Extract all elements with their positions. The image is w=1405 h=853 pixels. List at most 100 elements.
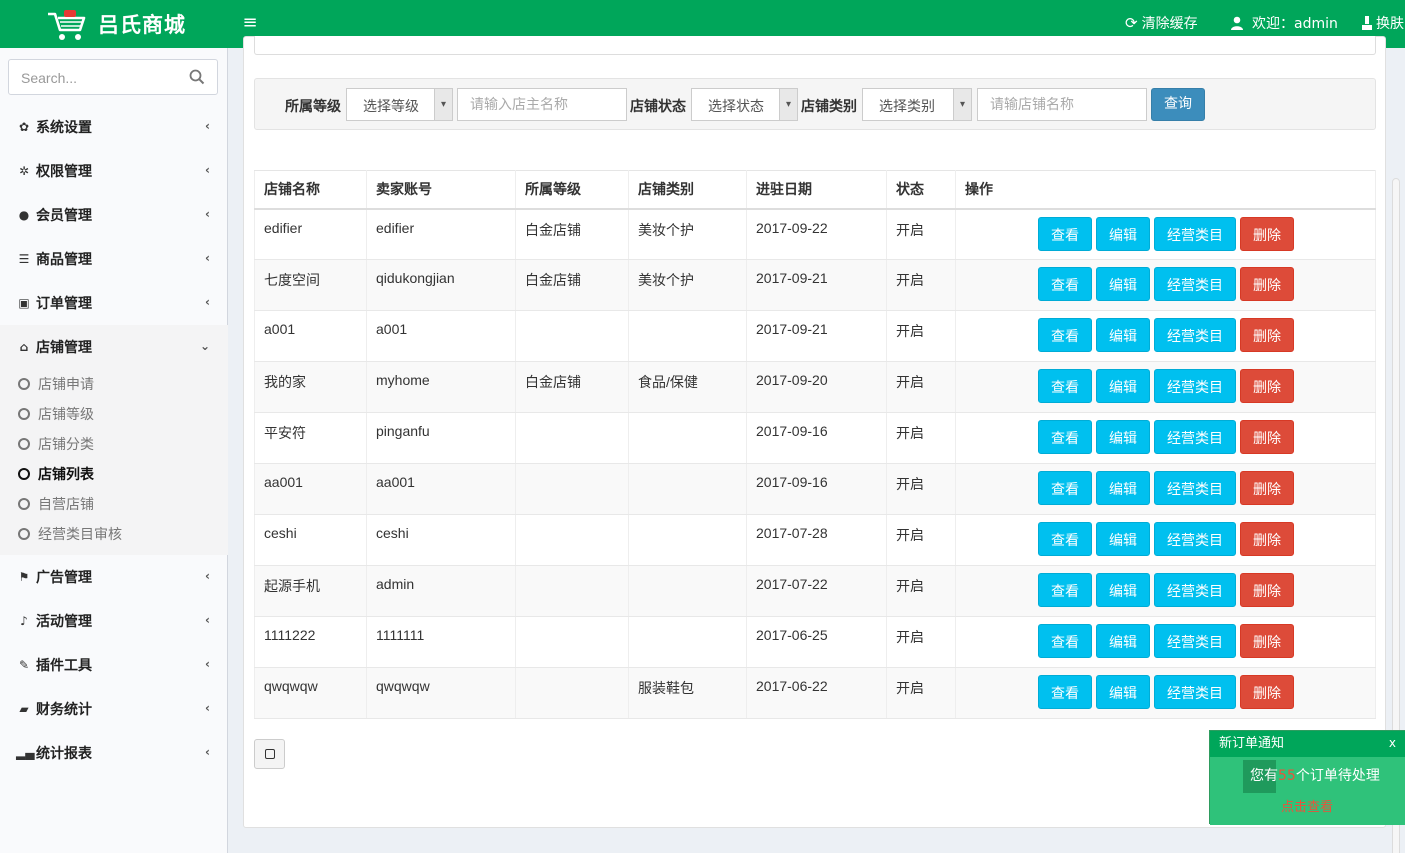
edit-button[interactable]: 编辑 <box>1096 267 1150 301</box>
user-menu[interactable]: 欢迎：admin <box>1230 13 1338 33</box>
delete-button[interactable]: 删除 <box>1240 267 1294 301</box>
category-button[interactable]: 经营类目 <box>1154 573 1236 607</box>
view-button[interactable]: 查看 <box>1038 420 1092 454</box>
chevron-left-icon: ‹ <box>205 163 210 177</box>
delete-button[interactable]: 删除 <box>1240 369 1294 403</box>
category-button[interactable]: 经营类目 <box>1154 216 1236 251</box>
delete-button[interactable]: 删除 <box>1240 471 1294 505</box>
delete-button[interactable]: 删除 <box>1240 216 1294 251</box>
sidebar-item-finance[interactable]: ▰ 财务统计 ‹ <box>0 687 228 731</box>
sidebar-item-permission[interactable]: ✲ 权限管理 ‹ <box>0 149 228 193</box>
category-button[interactable]: 经营类目 <box>1154 420 1236 454</box>
category-button[interactable]: 经营类目 <box>1154 318 1236 352</box>
sidebar-item-label: 广告管理 <box>36 570 92 586</box>
edit-button[interactable]: 编辑 <box>1096 369 1150 403</box>
status-select-value: 选择状态 <box>708 99 764 115</box>
category-select[interactable]: 选择类别 ▾ <box>862 88 972 121</box>
close-icon[interactable]: x <box>1389 736 1396 750</box>
delete-button[interactable]: 删除 <box>1240 675 1294 709</box>
view-button[interactable]: 查看 <box>1038 573 1092 607</box>
chevron-down-icon: ▾ <box>434 89 452 120</box>
delete-button[interactable]: 删除 <box>1240 624 1294 658</box>
category-button[interactable]: 经营类目 <box>1154 675 1236 709</box>
notification-suffix: 个订单待处理 <box>1295 768 1380 784</box>
cell-store-name: 我的家 <box>254 361 367 413</box>
search-input[interactable] <box>21 68 181 88</box>
category-button[interactable]: 经营类目 <box>1154 267 1236 301</box>
view-button[interactable]: 查看 <box>1038 369 1092 403</box>
user-icon <box>1231 16 1243 30</box>
view-button[interactable]: 查看 <box>1038 216 1092 251</box>
store-name-input[interactable]: 请输店铺名称 <box>977 88 1147 121</box>
search-icon[interactable] <box>189 69 205 85</box>
status-select[interactable]: 选择状态 ▾ <box>691 88 798 121</box>
submenu-store-category[interactable]: 店铺分类 <box>0 429 228 459</box>
delete-button[interactable]: 删除 <box>1240 573 1294 607</box>
cell-level <box>515 514 629 566</box>
delete-button[interactable]: 删除 <box>1240 318 1294 352</box>
category-button[interactable]: 经营类目 <box>1154 522 1236 556</box>
edit-button[interactable]: 编辑 <box>1096 471 1150 505</box>
submenu-store-apply[interactable]: 店铺申请 <box>0 369 228 399</box>
view-orders-link[interactable]: 点击查看 <box>1281 796 1333 815</box>
skin-button[interactable]: 换肤 <box>1362 13 1404 33</box>
query-button[interactable]: 查询 <box>1151 88 1205 121</box>
sidebar-item-plugins[interactable]: ✎ 插件工具 ‹ <box>0 643 228 687</box>
delete-button[interactable]: 删除 <box>1240 522 1294 556</box>
sidebar-item-label: 会员管理 <box>36 208 92 224</box>
category-button[interactable]: 经营类目 <box>1154 471 1236 505</box>
view-button[interactable]: 查看 <box>1038 522 1092 556</box>
clear-cache-button[interactable]: ⟳ 清除缓存 <box>1125 13 1198 33</box>
cell-actions: 查看 编辑 经营类目 删除 <box>955 514 1376 566</box>
submenu-store-level[interactable]: 店铺等级 <box>0 399 228 429</box>
logo[interactable]: 吕氏商城 <box>0 0 230 48</box>
view-button[interactable]: 查看 <box>1038 675 1092 709</box>
sidebar-item-activities[interactable]: ♪ 活动管理 ‹ <box>0 599 228 643</box>
sidebar-item-ads[interactable]: ⚑ 广告管理 ‹ <box>0 555 228 599</box>
edit-button[interactable]: 编辑 <box>1096 573 1150 607</box>
table-row: 平安符 pinganfu 2017-09-16 开启 查看 编辑 经营类目 删除 <box>254 412 1376 464</box>
table-row: edifier edifier 白金店铺 美妆个护 2017-09-22 开启 查看 编辑 经营… <box>254 208 1376 260</box>
cell-actions: 查看 编辑 经营类目 删除 <box>955 361 1376 413</box>
sidebar-item-members[interactable]: ● 会员管理 ‹ <box>0 193 228 237</box>
menu-toggle-icon[interactable]: ≡ <box>240 12 260 34</box>
sidebar-item-reports[interactable]: ▂▄ 统计报表 ‹ <box>0 731 228 775</box>
select-all-checkbox[interactable] <box>254 739 285 769</box>
sidebar-item-label: 插件工具 <box>36 658 92 674</box>
cell-store-name: 七度空间 <box>254 259 367 311</box>
delete-button[interactable]: 删除 <box>1240 420 1294 454</box>
submenu-self-store[interactable]: 自营店铺 <box>0 489 228 519</box>
cell-seller-account: myhome <box>366 361 516 413</box>
wrench-icon: ✎ <box>18 658 30 672</box>
category-button[interactable]: 经营类目 <box>1154 624 1236 658</box>
edit-button[interactable]: 编辑 <box>1096 522 1150 556</box>
cell-category <box>628 463 747 515</box>
edit-button[interactable]: 编辑 <box>1096 420 1150 454</box>
view-button[interactable]: 查看 <box>1038 471 1092 505</box>
submenu-category-review[interactable]: 经营类目审核 <box>0 519 228 549</box>
category-button[interactable]: 经营类目 <box>1154 369 1236 403</box>
cell-actions: 查看 编辑 经营类目 删除 <box>955 310 1376 362</box>
sidebar-item-goods[interactable]: ☰ 商品管理 ‹ <box>0 237 228 281</box>
cell-seller-account: edifier <box>366 208 516 260</box>
view-button[interactable]: 查看 <box>1038 624 1092 658</box>
money-icon: ▣ <box>18 296 30 310</box>
edit-button[interactable]: 编辑 <box>1096 318 1150 352</box>
cell-store-name: 起源手机 <box>254 565 367 617</box>
edit-button[interactable]: 编辑 <box>1096 216 1150 251</box>
owner-name-input[interactable]: 请输入店主名称 <box>457 88 627 121</box>
edit-button[interactable]: 编辑 <box>1096 675 1150 709</box>
table-row: 起源手机 admin 2017-07-22 开启 查看 编辑 经营类目 删除 <box>254 565 1376 617</box>
view-button[interactable]: 查看 <box>1038 267 1092 301</box>
edit-button[interactable]: 编辑 <box>1096 624 1150 658</box>
cell-category <box>628 310 747 362</box>
submenu-store-list[interactable]: 店铺列表 <box>0 459 228 489</box>
view-button[interactable]: 查看 <box>1038 318 1092 352</box>
cell-join-date: 2017-09-22 <box>746 208 887 260</box>
level-select[interactable]: 选择等级 ▾ <box>346 88 453 121</box>
sidebar-item-stores[interactable]: ⌂ 店铺管理 ⌄ <box>0 325 228 369</box>
col-status: 状态 <box>886 170 956 210</box>
cell-join-date: 2017-09-16 <box>746 412 887 464</box>
sidebar-item-system[interactable]: ✿ 系统设置 ‹ <box>0 105 228 149</box>
sidebar-item-orders[interactable]: ▣ 订单管理 ‹ <box>0 281 228 325</box>
